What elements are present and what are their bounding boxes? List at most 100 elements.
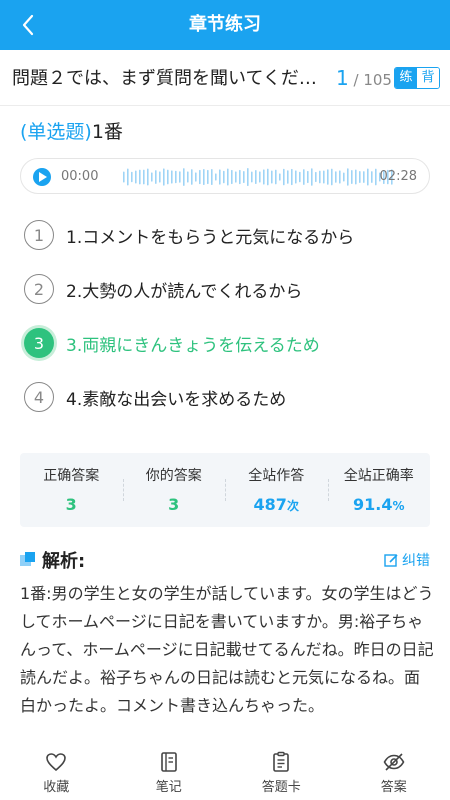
question-type: (单选题) <box>20 121 92 143</box>
audio-current-time: 00:00 <box>61 169 99 184</box>
stat-value: 3 <box>65 495 77 514</box>
report-error-label: 纠错 <box>402 553 430 569</box>
answer-stats-panel: 正确答案 3 你的答案 3 全站作答 487次 全站正确率 91.4% <box>20 453 430 527</box>
waveform-bar <box>375 168 377 186</box>
option-label: 2.大勢の人が読んでくれるから <box>66 281 303 302</box>
stat-label: 全站正确率 <box>343 468 414 484</box>
mode-memorize-button[interactable]: 背 <box>417 68 439 88</box>
stat-value: 487 <box>253 495 287 514</box>
waveform-bar <box>287 170 289 184</box>
analysis-mark-icon <box>20 552 36 568</box>
stat-unit: 次 <box>286 499 299 513</box>
waveform-bar <box>251 171 253 183</box>
option-number: 4 <box>24 382 54 412</box>
waveform-bar <box>231 169 233 185</box>
waveform-bar <box>215 173 217 181</box>
waveform-bar <box>175 170 177 184</box>
tab-label: 答案 <box>380 780 407 795</box>
audio-player: 00:00 02:28 <box>20 158 430 194</box>
play-icon[interactable] <box>33 168 51 186</box>
waveform-bar <box>323 170 325 184</box>
option-2[interactable]: 2 2.大勢の人が読んでくれるから <box>24 272 302 306</box>
heart-icon <box>46 753 67 772</box>
waveform-bar <box>159 171 161 183</box>
tab-answer-card[interactable]: 答题卡 <box>225 746 338 800</box>
waveform-bar <box>291 168 293 186</box>
audio-progress-waveform[interactable] <box>123 167 395 187</box>
waveform-bar <box>351 170 353 184</box>
question-stem: 1番 <box>91 121 123 143</box>
waveform-bar <box>307 170 309 184</box>
waveform-bar <box>223 170 225 184</box>
option-1[interactable]: 1 1.コメントをもらうと元気になるから <box>24 218 354 252</box>
tab-answer[interactable]: 答案 <box>338 746 450 800</box>
waveform-bar <box>363 171 365 183</box>
waveform-bar <box>179 171 181 183</box>
waveform-bar <box>139 169 141 185</box>
waveform-bar <box>167 169 169 185</box>
report-error-button[interactable]: 纠错 <box>384 550 430 570</box>
waveform-bar <box>263 169 265 185</box>
stat-correct-answer: 正确答案 3 <box>20 453 123 527</box>
waveform-bar <box>211 169 213 185</box>
question-title: 問題２では、まず質問を聞いてください。 <box>12 68 334 89</box>
waveform-bar <box>163 168 165 186</box>
waveform-bar <box>347 168 349 186</box>
analysis-title: 解析: <box>42 551 86 572</box>
option-number: 3 <box>24 328 54 358</box>
tab-notes[interactable]: 笔记 <box>113 746 226 800</box>
eye-off-icon <box>383 753 405 771</box>
option-number: 1 <box>24 220 54 250</box>
tab-label: 笔记 <box>155 780 182 795</box>
current-question-number: 1 <box>336 66 349 90</box>
waveform-bar <box>135 170 137 184</box>
waveform-bar <box>335 171 337 183</box>
tab-label: 收藏 <box>43 780 70 795</box>
waveform-bar <box>339 170 341 184</box>
waveform-bar <box>219 169 221 185</box>
clipboard-icon <box>273 751 290 772</box>
stat-your-answer: 你的答案 3 <box>122 453 226 527</box>
option-3-correct[interactable]: 3 3.両親にきんきょうを伝えるため <box>24 326 320 360</box>
waveform-bar <box>155 170 157 184</box>
total-question-count: / 105 <box>353 71 392 89</box>
page-title: 章节练习 <box>189 14 261 35</box>
tab-favorite[interactable]: 收藏 <box>0 746 113 800</box>
waveform-bar <box>187 171 189 183</box>
analysis-header: 解析: <box>20 547 85 573</box>
notebook-icon <box>160 752 177 772</box>
waveform-bar <box>275 169 277 185</box>
waveform-bar <box>151 172 153 182</box>
waveform-bar <box>303 169 305 185</box>
waveform-bar <box>183 168 185 186</box>
waveform-bar <box>207 169 209 185</box>
waveform-bar <box>259 171 261 183</box>
waveform-bar <box>235 171 237 183</box>
waveform-bar <box>295 170 297 184</box>
waveform-bar <box>243 170 245 184</box>
waveform-bar <box>319 170 321 184</box>
waveform-bar <box>331 168 333 186</box>
waveform-bar <box>191 169 193 185</box>
option-label: 4.素敵な出会いを求めるため <box>66 389 287 410</box>
waveform-bar <box>279 173 281 181</box>
stat-label: 正确答案 <box>43 468 100 484</box>
question-heading: (单选题)1番 <box>20 117 123 144</box>
waveform-bar <box>239 169 241 185</box>
stat-unit: % <box>392 499 405 513</box>
waveform-bar <box>123 171 125 183</box>
option-label: 1.コメントをもらうと元気になるから <box>66 227 355 248</box>
question-counter: 1 / 105 <box>336 66 392 90</box>
mode-practice-button[interactable]: 练 <box>395 68 417 88</box>
option-4[interactable]: 4 4.素敵な出会いを求めるため <box>24 380 286 414</box>
waveform-bar <box>203 168 205 186</box>
waveform-bar <box>283 168 285 186</box>
stat-value: 3 <box>168 495 180 514</box>
edit-icon <box>384 553 398 567</box>
waveform-bar <box>267 168 269 186</box>
top-navigation-bar: 章节练习 <box>0 0 450 50</box>
analysis-text: 1番:男の学生と女の学生が話しています。女の学生はどうしてホームページに日記を書… <box>20 584 434 715</box>
waveform-bar <box>227 168 229 186</box>
audio-duration: 02:28 <box>379 169 417 184</box>
waveform-bar <box>247 168 249 186</box>
